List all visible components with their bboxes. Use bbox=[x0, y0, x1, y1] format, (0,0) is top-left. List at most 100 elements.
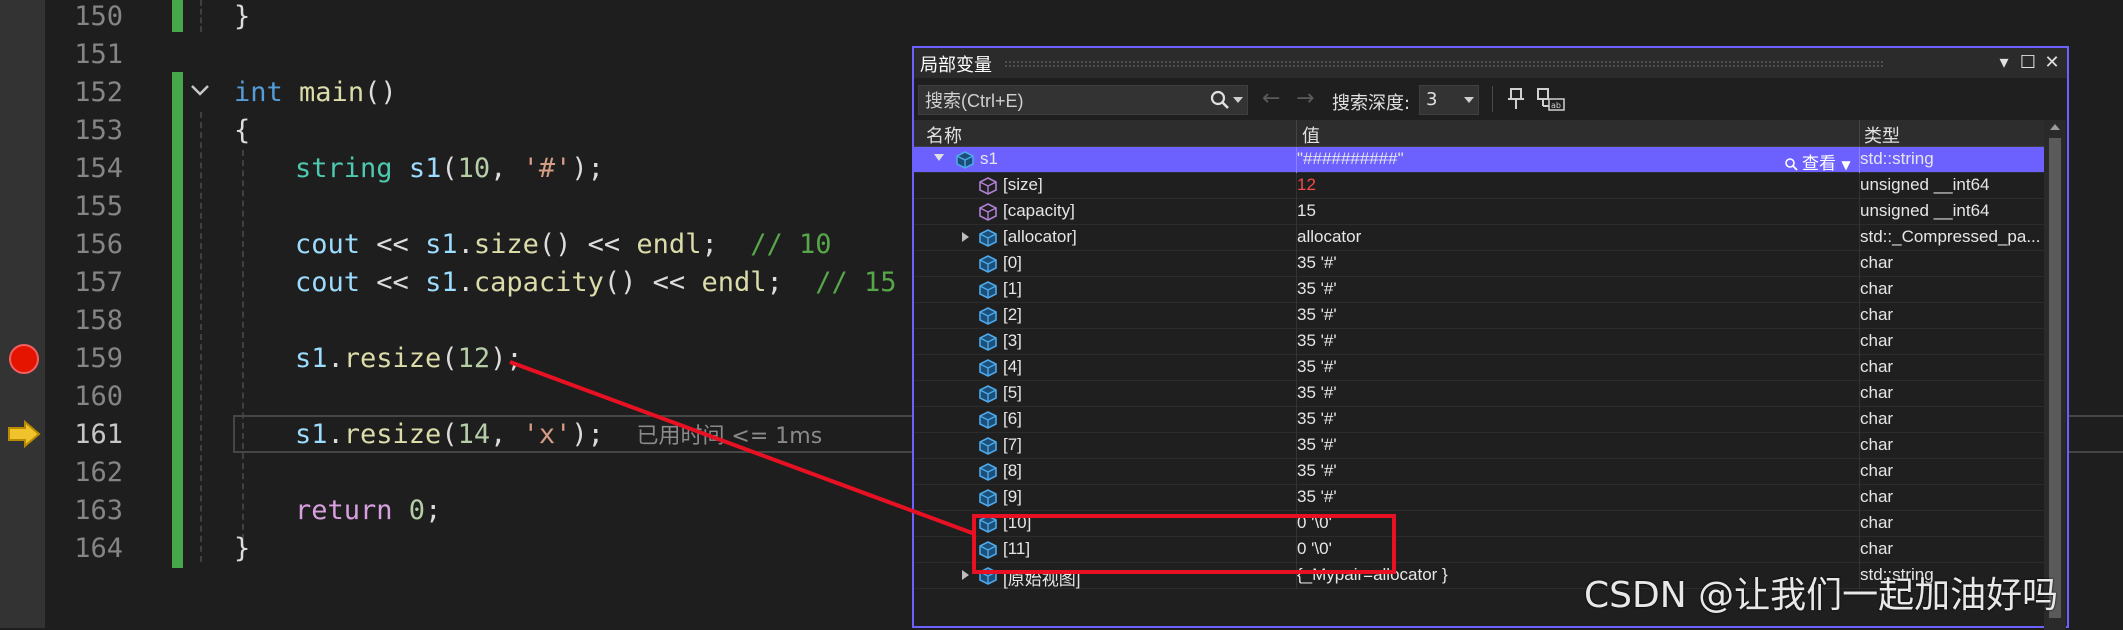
magnifier-icon bbox=[1785, 158, 1798, 171]
indent-guide bbox=[242, 150, 244, 550]
code-token: ; bbox=[766, 267, 816, 298]
text-visualizer-button[interactable]: 查看 ▼ bbox=[1784, 149, 1851, 174]
locals-row[interactable]: [4] 35 '#' char bbox=[914, 355, 2044, 381]
variable-value[interactable]: 35 '#' bbox=[1297, 357, 1857, 377]
code-token: . bbox=[327, 419, 344, 450]
change-bar bbox=[172, 0, 183, 32]
locals-row[interactable]: [2] 35 '#' char bbox=[914, 303, 2044, 329]
variable-value[interactable]: 35 '#' bbox=[1297, 435, 1857, 455]
locals-row[interactable]: [7] 35 '#' char bbox=[914, 433, 2044, 459]
elapsed-time-hint: 已用时间 <= 1ms bbox=[636, 424, 823, 449]
maximize-button[interactable]: ☐ bbox=[2016, 50, 2040, 76]
locals-row[interactable]: [9] 35 '#' char bbox=[914, 485, 2044, 511]
pin-icon[interactable] bbox=[1504, 86, 1528, 112]
scroll-up-icon[interactable] bbox=[2050, 124, 2060, 130]
variable-type: char bbox=[1860, 253, 1894, 272]
code-token: << bbox=[571, 229, 637, 260]
code-token: cout bbox=[295, 229, 361, 260]
variable-name: [6] bbox=[1003, 409, 1022, 428]
variable-name: [8] bbox=[1003, 461, 1022, 480]
variable-value[interactable]: 35 '#' bbox=[1297, 487, 1857, 507]
locals-row[interactable]: [capacity] 15 unsigned __int64 bbox=[914, 199, 2044, 225]
line-number: 162 bbox=[74, 457, 123, 488]
search-icon[interactable] bbox=[1209, 89, 1231, 111]
code-token: . bbox=[457, 229, 474, 260]
search-options-dropdown-icon[interactable] bbox=[1233, 97, 1243, 103]
indent-guide bbox=[200, 112, 202, 562]
vertical-scrollbar[interactable] bbox=[2044, 120, 2066, 630]
line-number: 157 bbox=[74, 267, 123, 298]
variable-name: [size] bbox=[1003, 175, 1043, 194]
breakpoint-gutter[interactable] bbox=[0, 0, 45, 628]
back-arrow-icon[interactable]: ← bbox=[1262, 86, 1280, 111]
variable-type: char bbox=[1860, 461, 1894, 480]
scroll-thumb[interactable] bbox=[2049, 138, 2061, 618]
locals-row[interactable]: [6] 35 '#' char bbox=[914, 407, 2044, 433]
variable-type: char bbox=[1860, 409, 1894, 428]
variable-value[interactable]: 15 bbox=[1297, 201, 1857, 221]
column-divider[interactable] bbox=[1859, 120, 1860, 146]
variable-value[interactable]: allocator bbox=[1297, 227, 1857, 247]
column-divider[interactable] bbox=[1296, 120, 1297, 146]
locals-row[interactable]: [8] 35 '#' char bbox=[914, 459, 2044, 485]
variable-type: char bbox=[1860, 513, 1894, 532]
variable-name: [allocator] bbox=[1003, 227, 1077, 246]
variable-value[interactable]: 35 '#' bbox=[1297, 461, 1857, 481]
chevron-down-icon[interactable] bbox=[188, 78, 212, 102]
variable-value[interactable]: 35 '#' bbox=[1297, 253, 1857, 273]
hex-display-icon[interactable]: ab bbox=[1536, 86, 1566, 112]
variable-value[interactable]: "##########" bbox=[1297, 149, 1857, 169]
code-token: s1 bbox=[295, 419, 328, 450]
locals-row-selected[interactable]: s1 "##########" 查看 ▼ std::string bbox=[914, 147, 2044, 174]
variable-value[interactable]: 35 '#' bbox=[1297, 305, 1857, 325]
close-button[interactable]: ✕ bbox=[2040, 50, 2064, 76]
locals-row[interactable]: [3] 35 '#' char bbox=[914, 329, 2044, 355]
breakpoint-icon[interactable] bbox=[9, 344, 39, 374]
code-token: 14 bbox=[457, 419, 491, 450]
code-token: ); bbox=[571, 419, 604, 450]
variable-name: [0] bbox=[1003, 253, 1022, 272]
line-number: 155 bbox=[74, 191, 123, 222]
code-token: 'x' bbox=[522, 419, 572, 450]
code-token: ); bbox=[571, 153, 604, 184]
locals-title: 局部变量 bbox=[920, 55, 992, 76]
code-token: cout bbox=[295, 267, 361, 298]
column-header-value[interactable]: 值 bbox=[1302, 122, 1320, 148]
search-box[interactable] bbox=[918, 85, 1248, 116]
variable-value[interactable]: 35 '#' bbox=[1297, 409, 1857, 429]
code-token: resize bbox=[343, 419, 442, 450]
search-input[interactable] bbox=[919, 86, 1187, 116]
code-token: return bbox=[295, 495, 393, 526]
locals-row[interactable]: [0] 35 '#' char bbox=[914, 251, 2044, 277]
window-position-dropdown-button[interactable]: ▾ bbox=[1992, 50, 2016, 76]
variable-type: char bbox=[1860, 383, 1894, 402]
chevron-down-icon[interactable]: ▼ bbox=[1841, 158, 1850, 172]
code-token: s1 bbox=[295, 343, 328, 374]
variable-value[interactable]: 12 bbox=[1297, 175, 1857, 195]
code-token: ; bbox=[701, 229, 751, 260]
column-header-name[interactable]: 名称 bbox=[926, 122, 962, 148]
variable-name: s1 bbox=[980, 149, 998, 168]
locals-title-bar[interactable]: 局部变量 ▾ ☐ ✕ bbox=[914, 48, 2067, 78]
forward-arrow-icon[interactable]: → bbox=[1296, 86, 1314, 111]
code-token: '#' bbox=[522, 153, 572, 184]
variable-value[interactable]: 35 '#' bbox=[1297, 331, 1857, 351]
column-header-type[interactable]: 类型 bbox=[1864, 122, 1900, 148]
code-comment: // 10 bbox=[750, 229, 832, 260]
locals-row[interactable]: [5] 35 '#' char bbox=[914, 381, 2044, 407]
title-grip bbox=[1004, 60, 1884, 68]
variable-name: [2] bbox=[1003, 305, 1022, 324]
code-token: 12 bbox=[457, 343, 491, 374]
line-number: 154 bbox=[74, 153, 123, 184]
code-token: () bbox=[603, 267, 637, 298]
locals-row[interactable]: [allocator] allocator std::_Compressed_pa.… bbox=[914, 225, 2044, 251]
search-depth-select[interactable]: 3 bbox=[1419, 85, 1479, 115]
chevron-down-icon bbox=[1464, 97, 1474, 103]
locals-row[interactable]: [size] 12 unsigned __int64 bbox=[914, 173, 2044, 199]
code-token: s1 bbox=[425, 267, 458, 298]
annotation-highlight-box bbox=[972, 514, 1396, 574]
variable-value[interactable]: 35 '#' bbox=[1297, 279, 1857, 299]
locals-row[interactable]: [1] 35 '#' char bbox=[914, 277, 2044, 303]
variable-value[interactable]: 35 '#' bbox=[1297, 383, 1857, 403]
variable-type: char bbox=[1860, 279, 1894, 298]
